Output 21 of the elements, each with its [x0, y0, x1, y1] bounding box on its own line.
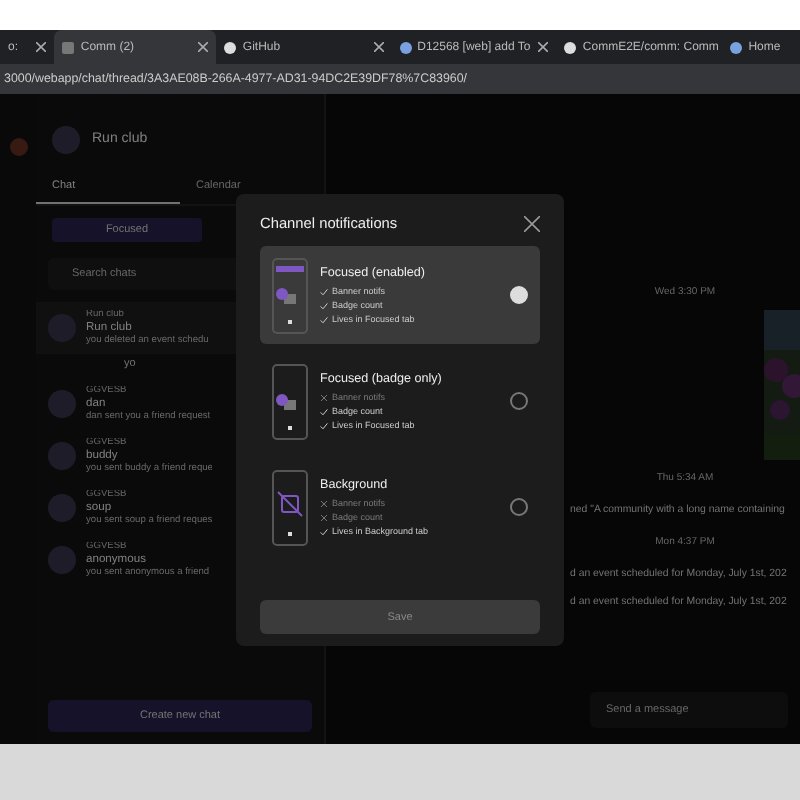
thread-avatar: [48, 314, 76, 342]
phone-preview-icon: [272, 469, 308, 545]
close-icon[interactable]: [524, 215, 540, 231]
close-icon[interactable]: [198, 42, 209, 52]
radio-button[interactable]: [510, 498, 528, 516]
community-avatar: [52, 126, 80, 154]
close-icon[interactable]: [36, 42, 47, 52]
close-icon[interactable]: [538, 42, 549, 52]
site-icon: [730, 41, 743, 53]
thread-avatar: [48, 546, 76, 574]
phone-preview-icon: [272, 257, 308, 333]
close-icon[interactable]: [373, 42, 384, 52]
radio-button[interactable]: [510, 392, 528, 410]
site-icon: [564, 41, 577, 53]
thread-avatar: [48, 494, 76, 522]
site-icon: [399, 41, 412, 53]
thread-avatar: [48, 442, 76, 470]
thread-avatar: [48, 390, 76, 418]
site-icon: [62, 41, 75, 53]
phone-preview-icon: [272, 363, 308, 439]
site-icon: [224, 41, 237, 53]
